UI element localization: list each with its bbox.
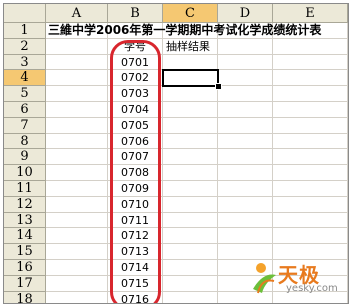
sheet-title: 三維中学2006年第一学期期中考试化学成绩统计表 — [48, 23, 322, 37]
cell-a5[interactable] — [46, 86, 108, 102]
fill-handle[interactable] — [215, 83, 222, 91]
cell-a2[interactable] — [46, 38, 108, 55]
cell-a18[interactable] — [46, 291, 108, 303]
column-header-a[interactable]: A — [46, 4, 108, 23]
cell-a8[interactable] — [46, 133, 108, 150]
highlight-oval — [110, 39, 161, 303]
row-header-9[interactable]: 9 — [4, 149, 46, 166]
cell-d11[interactable] — [218, 181, 273, 197]
cell-e4[interactable] — [273, 70, 348, 87]
cell-a16[interactable] — [46, 260, 108, 276]
row-header-5[interactable]: 5 — [4, 86, 46, 102]
row-header-4[interactable]: 4 — [4, 70, 46, 87]
row-header-6[interactable]: 6 — [4, 102, 46, 118]
cell-a9[interactable] — [46, 149, 108, 166]
cell-c3[interactable] — [163, 54, 218, 71]
row-header-14[interactable]: 14 — [4, 228, 46, 245]
column-header-b[interactable]: B — [108, 4, 163, 23]
cell-e5[interactable] — [273, 86, 348, 102]
row-header-17[interactable]: 17 — [4, 275, 46, 292]
cell-a3[interactable] — [46, 54, 108, 71]
cell-d3[interactable] — [218, 54, 273, 71]
cell-c12[interactable] — [163, 196, 218, 213]
cell-e3[interactable] — [273, 54, 348, 71]
cell-d4[interactable] — [218, 70, 273, 87]
cell-d6[interactable] — [218, 102, 273, 118]
cell-a11[interactable] — [46, 181, 108, 197]
cell-a12[interactable] — [46, 196, 108, 213]
cell-c8[interactable] — [163, 133, 218, 150]
cell-a10[interactable] — [46, 165, 108, 181]
cell-e14[interactable] — [273, 228, 348, 245]
cell-c6[interactable] — [163, 102, 218, 118]
cell-c11[interactable] — [163, 181, 218, 197]
cell-d14[interactable] — [218, 228, 273, 245]
column-header-e[interactable]: E — [273, 4, 348, 23]
cell-e13[interactable] — [273, 212, 348, 229]
cell-c9[interactable] — [163, 149, 218, 166]
cell-d10[interactable] — [218, 165, 273, 181]
cell-d9[interactable] — [218, 149, 273, 166]
cell-e7[interactable] — [273, 117, 348, 134]
cell-e9[interactable] — [273, 149, 348, 166]
row-header-13[interactable]: 13 — [4, 212, 46, 229]
watermark-url: yesky.com — [286, 283, 338, 294]
row-header-12[interactable]: 12 — [4, 196, 46, 213]
row-header-15[interactable]: 15 — [4, 244, 46, 260]
cell-c7[interactable] — [163, 117, 218, 134]
select-all-corner[interactable] — [4, 4, 46, 23]
yesky-logo-icon — [253, 263, 276, 294]
cell-d13[interactable] — [218, 212, 273, 229]
row-header-8[interactable]: 8 — [4, 133, 46, 150]
cell-d5[interactable] — [218, 86, 273, 102]
cell-d8[interactable] — [218, 133, 273, 150]
watermark-logo: 天极 yesky.com — [250, 257, 342, 297]
column-header-d[interactable]: D — [218, 4, 273, 23]
cell-a7[interactable] — [46, 117, 108, 134]
cell-a13[interactable] — [46, 212, 108, 229]
cell-a17[interactable] — [46, 275, 108, 292]
row-header-10[interactable]: 10 — [4, 165, 46, 181]
cell-c5[interactable] — [163, 86, 218, 102]
row-header-11[interactable]: 11 — [4, 181, 46, 197]
cell-e12[interactable] — [273, 196, 348, 213]
cell-c14[interactable] — [163, 228, 218, 245]
cell-c16[interactable] — [163, 260, 218, 276]
row-header-18[interactable]: 18 — [4, 291, 46, 303]
cell-c10[interactable] — [163, 165, 218, 181]
cell-e2[interactable] — [273, 38, 348, 55]
cell-e11[interactable] — [273, 181, 348, 197]
cell-a4[interactable] — [46, 70, 108, 87]
cell-e6[interactable] — [273, 102, 348, 118]
row-header-3[interactable]: 3 — [4, 54, 46, 71]
cell-d12[interactable] — [218, 196, 273, 213]
cell-c2[interactable]: 抽样结果 — [163, 38, 218, 55]
cell-e8[interactable] — [273, 133, 348, 150]
row-header-16[interactable]: 16 — [4, 260, 46, 276]
cell-a14[interactable] — [46, 228, 108, 245]
cell-d7[interactable] — [218, 117, 273, 134]
row-header-7[interactable]: 7 — [4, 117, 46, 134]
cell-a15[interactable] — [46, 244, 108, 260]
row-header-1[interactable]: 1 — [4, 23, 46, 39]
active-cell-selection[interactable] — [162, 69, 219, 88]
column-header-c[interactable]: C — [163, 4, 218, 23]
cell-a6[interactable] — [46, 102, 108, 118]
cell-c15[interactable] — [163, 244, 218, 260]
cell-c13[interactable] — [163, 212, 218, 229]
cell-c17[interactable] — [163, 275, 218, 292]
cell-e10[interactable] — [273, 165, 348, 181]
spreadsheet-window: A B C D E 1 2 学号 抽样结果 3 0701 4 0702 5 0703 6 0704 7 0705 8 0… — [3, 3, 349, 304]
cell-c18[interactable] — [163, 291, 218, 303]
cell-d2[interactable] — [218, 38, 273, 55]
row-header-2[interactable]: 2 — [4, 38, 46, 55]
